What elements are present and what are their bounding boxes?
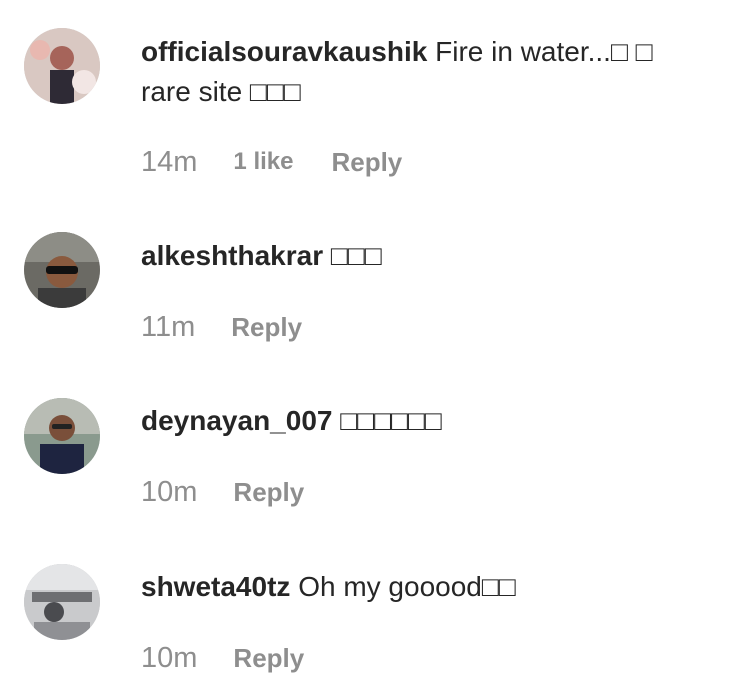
reply-button[interactable]: Reply xyxy=(233,643,304,674)
avatar-photo-icon xyxy=(24,564,100,640)
comment-text: officialsouravkaushik Fire in water...□ … xyxy=(141,32,701,112)
comment-time: 11m xyxy=(141,310,196,343)
avatar-photo-icon xyxy=(24,232,100,308)
comment-username[interactable]: deynayan_007 xyxy=(141,405,332,436)
comment-body: □□□ xyxy=(330,240,382,271)
comment-body: Oh my gooood□□ xyxy=(298,571,516,602)
avatar-photo-icon xyxy=(24,28,100,104)
comment-meta: 14m 1 like Reply xyxy=(141,142,402,182)
comment-time: 10m xyxy=(141,641,198,674)
reply-button[interactable]: Reply xyxy=(231,312,302,343)
comment-text: alkeshthakrar □□□ xyxy=(141,236,701,276)
comment-time: 14m xyxy=(141,145,198,178)
comment-likes[interactable]: 1 like xyxy=(233,148,293,176)
user-avatar[interactable] xyxy=(24,564,100,640)
comment-meta: 10m Reply xyxy=(141,638,304,678)
comment-text: shweta40tz Oh my gooood□□ xyxy=(141,567,701,607)
comment-meta: 11m Reply xyxy=(141,307,302,347)
user-avatar[interactable] xyxy=(24,28,100,104)
reply-button[interactable]: Reply xyxy=(331,147,402,178)
comment-text: deynayan_007 □□□□□□ xyxy=(141,401,701,441)
comment-meta: 10m Reply xyxy=(141,472,304,512)
user-avatar[interactable] xyxy=(24,398,100,474)
comment-username[interactable]: officialsouravkaushik xyxy=(141,36,427,67)
comment-time: 10m xyxy=(141,475,198,508)
comment-username[interactable]: alkeshthakrar xyxy=(141,240,323,271)
comment-username[interactable]: shweta40tz xyxy=(141,571,290,602)
comment-body: □□□□□□ xyxy=(340,405,442,436)
avatar-photo-icon xyxy=(24,398,100,474)
user-avatar[interactable] xyxy=(24,232,100,308)
reply-button[interactable]: Reply xyxy=(233,477,304,508)
